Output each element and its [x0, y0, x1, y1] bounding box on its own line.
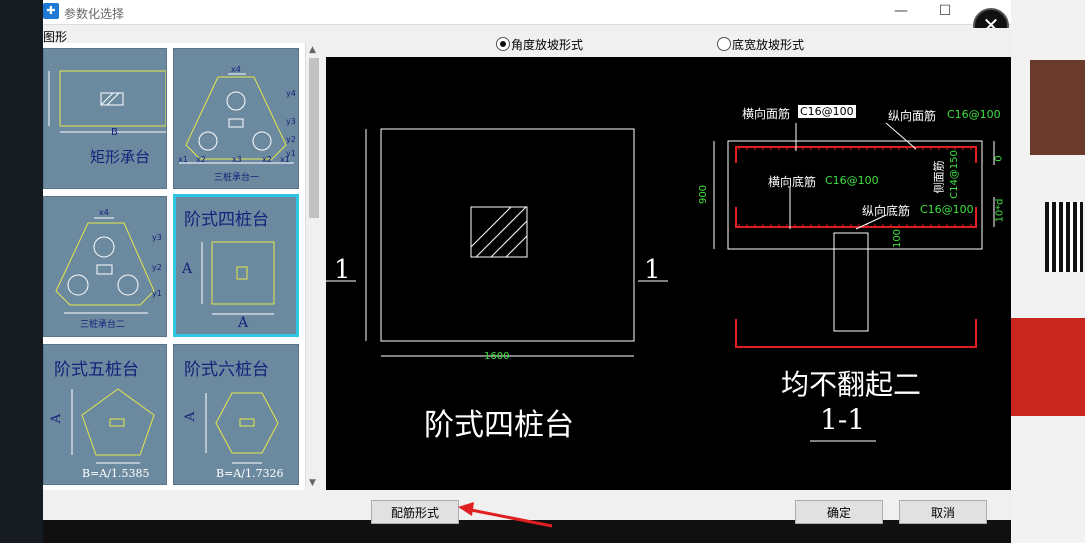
red-arrow-head-icon [458, 502, 474, 516]
red-arrow-line [465, 507, 553, 528]
annotation-overlay [458, 502, 553, 528]
